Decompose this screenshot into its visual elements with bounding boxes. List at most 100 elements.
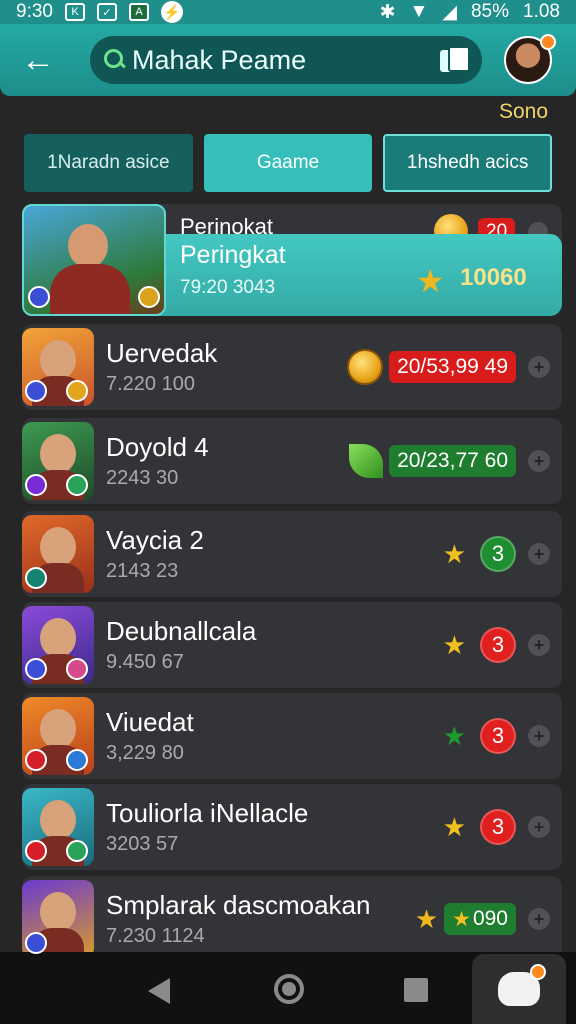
- list-item[interactable]: Smplarak dascmoakan 7.230 1124 ★ ★ 090 +: [22, 876, 562, 962]
- item-value: 20/23,77 60: [389, 445, 516, 477]
- game-thumbnail: [22, 328, 94, 406]
- list-item[interactable]: Viuedat 3,229 80 ★ 3 +: [22, 693, 562, 779]
- app-bar: ← Mahak Peame: [0, 24, 576, 96]
- featured-score: 10060: [460, 264, 527, 291]
- coin-icon: [347, 349, 384, 385]
- featured-thumbnail: [22, 204, 166, 316]
- badge-icon: [66, 658, 88, 680]
- item-sub: 2243 30: [106, 467, 179, 489]
- plus-icon[interactable]: +: [528, 908, 550, 930]
- item-value: ★ 090: [444, 903, 516, 935]
- item-name: Viuedat: [106, 707, 194, 737]
- item-value: 3: [480, 809, 516, 845]
- list-item[interactable]: Doyold 4 2243 30 20/23,77 60 +: [22, 418, 562, 504]
- game-thumbnail: [22, 422, 94, 500]
- battery-percent: 85%: [470, 1, 510, 22]
- plus-icon[interactable]: +: [528, 450, 550, 472]
- item-name: Deubnallcala: [106, 616, 257, 646]
- check-icon: ✓: [96, 3, 117, 21]
- notification-dot: [540, 34, 556, 50]
- plus-icon[interactable]: +: [528, 356, 550, 378]
- list-item[interactable]: Uervedak 7.220 100 20/53,99 49 +: [22, 324, 562, 410]
- search-icon: [104, 49, 126, 71]
- item-name: Touliorla iNellacle: [106, 798, 309, 828]
- mascot-button[interactable]: [472, 954, 566, 1024]
- badge-icon: [25, 932, 47, 954]
- star-icon: ★: [442, 539, 466, 569]
- badge-icon: [25, 567, 47, 589]
- list-item[interactable]: Deubnallcala 9.450 67 ★ 3 +: [22, 602, 562, 688]
- star-icon: ★: [442, 630, 466, 660]
- tab-1[interactable]: 1Naradn asice: [24, 134, 193, 192]
- notification-dot: [530, 964, 546, 980]
- plus-icon[interactable]: +: [528, 634, 550, 656]
- badge-icon: [25, 658, 47, 680]
- calendar-icon: K: [64, 3, 85, 21]
- badge-icon: [25, 474, 47, 496]
- green-star-icon: ★: [442, 721, 466, 751]
- copy-icon[interactable]: [440, 46, 470, 74]
- featured-subtitle: 79:20 3043: [180, 277, 276, 298]
- status-time: 9:30: [16, 1, 53, 22]
- item-sub: 7.230 1124: [106, 925, 205, 947]
- bolt-icon: ⚡: [160, 1, 183, 23]
- status-bar: 9:30 K ✓ A ⚡ ✱ ▼ ◢ 85% 1.08: [0, 0, 576, 24]
- game-thumbnail: [22, 788, 94, 866]
- star-icon: ★: [452, 907, 471, 931]
- badge-icon: [66, 749, 88, 771]
- tab-bar: 1Naradn asice Gaame 1hshedh acics: [24, 134, 552, 192]
- badge-icon: [66, 474, 88, 496]
- item-name: Uervedak: [106, 338, 218, 368]
- signal-icon: ◢: [442, 1, 457, 23]
- game-thumbnail: [22, 880, 94, 958]
- badge-icon: [28, 286, 50, 308]
- badge-icon: [66, 840, 88, 862]
- game-thumbnail: [22, 515, 94, 593]
- badge-icon: [25, 840, 47, 862]
- star-icon: ★: [442, 812, 466, 842]
- item-name: Vaycia 2: [106, 525, 204, 555]
- badge-icon: [66, 380, 88, 402]
- list-item[interactable]: Vaycia 2 2143 23 ★ 3 +: [22, 511, 562, 597]
- star-icon: ★: [416, 263, 445, 299]
- game-thumbnail: [22, 697, 94, 775]
- item-sub: 3203 57: [106, 833, 179, 855]
- nav-home-icon[interactable]: [274, 974, 304, 1004]
- corner-label: Sono: [498, 100, 548, 123]
- item-sub: 3,229 80: [106, 742, 184, 764]
- featured-title: Peringkat: [180, 241, 286, 269]
- arrow-left-icon[interactable]: ←: [18, 40, 58, 80]
- android-icon: A: [128, 3, 149, 21]
- badge-icon: [25, 380, 47, 402]
- clock-label: 1.08: [523, 1, 560, 22]
- nav-recent-icon[interactable]: [404, 978, 428, 1002]
- item-sub: 7.220 100: [106, 373, 195, 395]
- avatar[interactable]: [504, 34, 556, 84]
- item-value: 3: [480, 718, 516, 754]
- list-item[interactable]: Touliorla iNellacle 3203 57 ★ 3 +: [22, 784, 562, 870]
- badge-icon: [138, 286, 160, 308]
- plus-icon[interactable]: +: [528, 816, 550, 838]
- wifi-icon: ▼: [409, 1, 429, 22]
- search-bar[interactable]: Mahak Peame: [90, 36, 482, 84]
- featured-card[interactable]: Perinokat 20 Peringkat 79:20 3043 ★ 1006…: [22, 204, 562, 316]
- game-thumbnail: [22, 606, 94, 684]
- item-name: Doyold 4: [106, 432, 209, 462]
- nav-back-icon[interactable]: [148, 978, 170, 1004]
- search-input[interactable]: Mahak Peame: [132, 45, 440, 76]
- plus-icon[interactable]: +: [528, 725, 550, 747]
- item-value: 3: [480, 627, 516, 663]
- item-value: 3: [480, 536, 516, 572]
- leaf-icon: [349, 444, 384, 478]
- item-sub: 2143 23: [106, 560, 179, 582]
- star-icon: ★: [414, 904, 439, 934]
- bluetooth-icon: ✱: [379, 1, 396, 23]
- plus-icon[interactable]: +: [528, 543, 550, 565]
- badge-icon: [25, 749, 47, 771]
- tab-3[interactable]: 1hshedh acics: [383, 134, 552, 192]
- item-name: Smplarak dascmoakan: [106, 890, 371, 920]
- tab-2[interactable]: Gaame: [203, 134, 373, 192]
- system-nav-bar: [0, 952, 576, 1024]
- item-value-text: 090: [472, 907, 508, 930]
- item-sub: 9.450 67: [106, 651, 184, 673]
